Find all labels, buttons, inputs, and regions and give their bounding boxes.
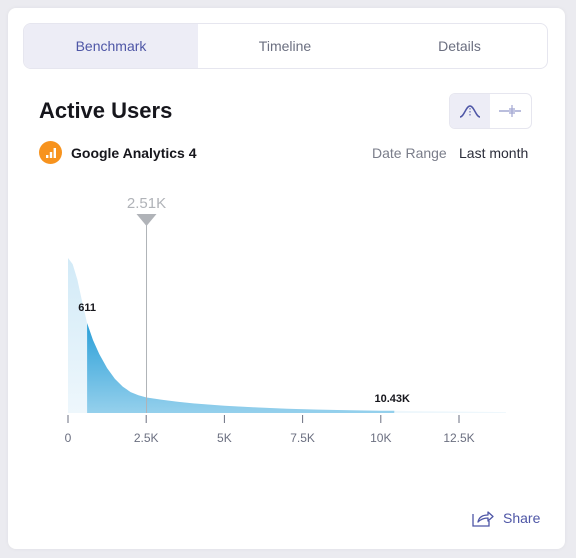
x-tick-label: 7.5K — [290, 431, 315, 445]
x-tick-label: 10K — [370, 431, 391, 445]
x-tick-label: 12.5K — [443, 431, 474, 445]
marker-label: 2.51K — [127, 195, 166, 212]
x-tick-label: 2.5K — [134, 431, 159, 445]
distribution-chart: 0 2.5K 5K 7.5K 10K 12.5K 2.51K 611 10.43K — [65, 195, 506, 445]
x-tick-label: 5K — [217, 431, 232, 445]
share-button[interactable]: Share — [471, 508, 540, 528]
range-low-label: 611 — [78, 302, 96, 314]
share-icon — [472, 511, 494, 527]
distribution-area-outside-range — [68, 258, 506, 413]
x-tick-label: 0 — [65, 431, 72, 445]
range-high-label: 10.43K — [375, 393, 411, 405]
marker-triangle — [136, 214, 157, 226]
distribution-area-in-range — [87, 323, 395, 413]
share-label: Share — [503, 510, 541, 526]
